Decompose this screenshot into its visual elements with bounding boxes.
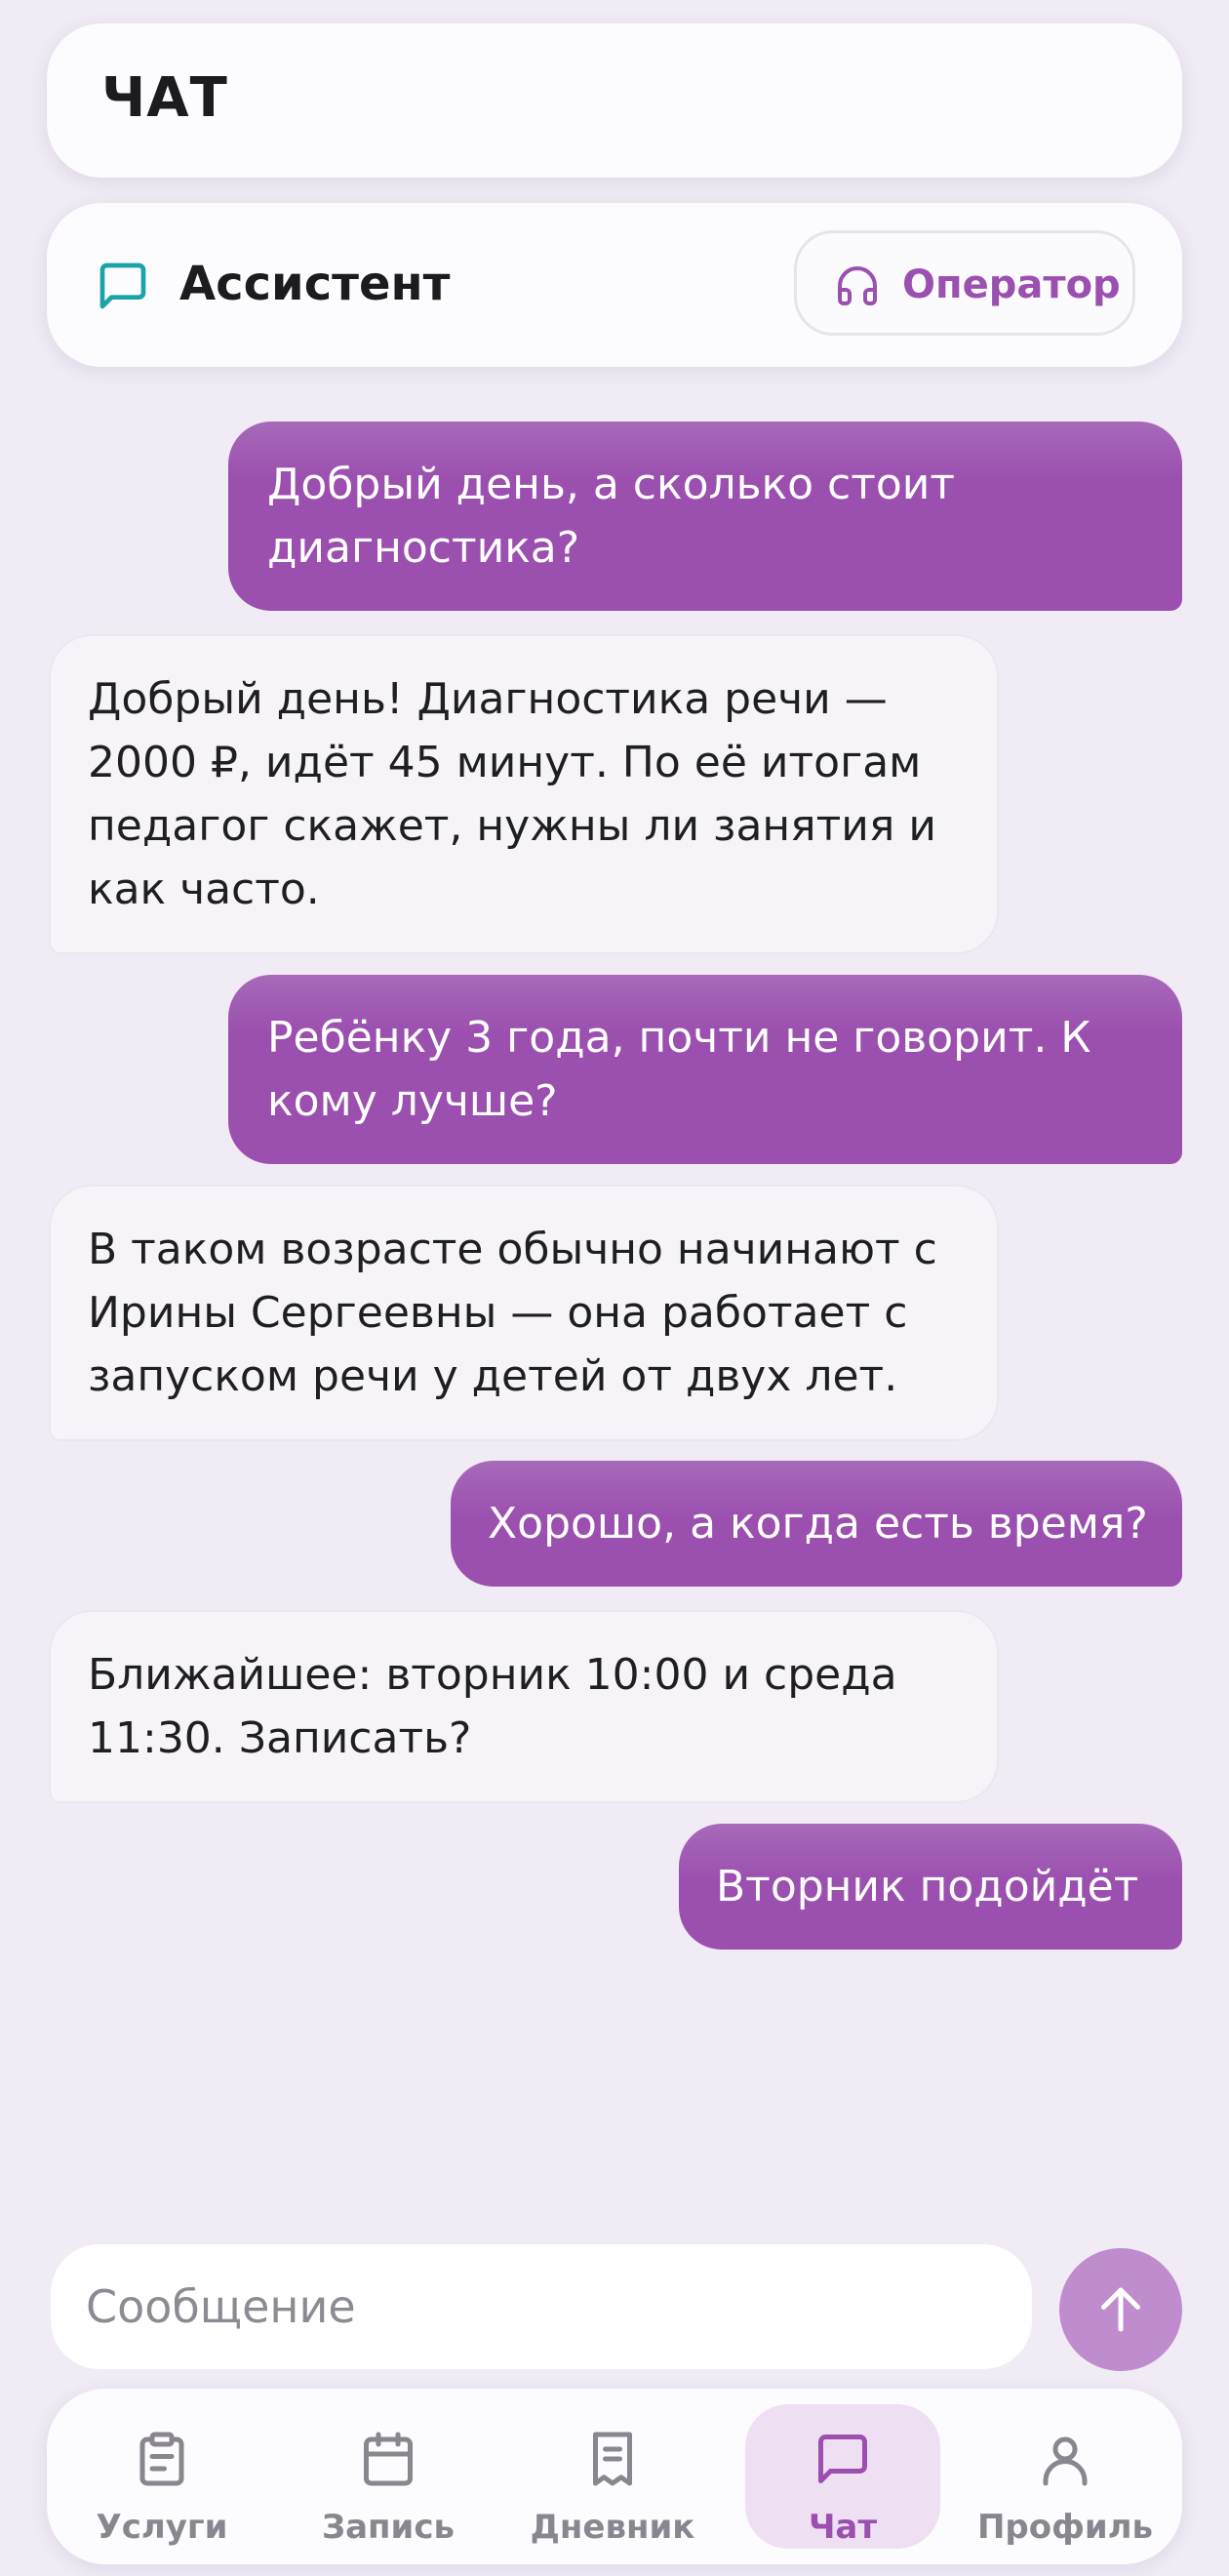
assistant-message: Ближайшее: вторник 10:00 и среда 11:30. …	[49, 1610, 999, 1803]
page-title: ЧАТ	[101, 66, 228, 130]
send-button[interactable]	[1059, 2248, 1182, 2371]
nav-item-profile[interactable]: Профиль	[968, 2404, 1163, 2549]
message-square-icon	[99, 262, 146, 309]
message-input[interactable]	[51, 2244, 1032, 2369]
user-message: Добрый день, а сколько стоит диагностика…	[228, 422, 1182, 611]
receipt-icon	[593, 2432, 632, 2486]
nav-label: Профиль	[976, 2508, 1154, 2547]
calendar-icon	[364, 2432, 413, 2486]
nav-label: Дневник	[530, 2508, 695, 2547]
user-message: Хорошо, а когда есть время?	[451, 1461, 1182, 1587]
nav-label: Запись	[321, 2508, 456, 2547]
operator-button[interactable]: Оператор	[794, 230, 1135, 336]
assistant-message: В таком возрасте обычно начинают с Ирины…	[49, 1185, 999, 1441]
operator-label: Оператор	[902, 262, 1121, 307]
message-square-icon	[818, 2435, 867, 2483]
user-icon	[1043, 2436, 1088, 2486]
nav-label: Чат	[808, 2508, 878, 2547]
assistant-label: Ассистент	[179, 257, 451, 311]
page-title-card: ЧАТ	[47, 23, 1182, 178]
assistant-message: Добрый день! Диагностика речи — 2000 ₽, …	[49, 634, 999, 954]
nav-item-chat[interactable]: Чат	[745, 2404, 940, 2549]
user-message: Ребёнку 3 года, почти не говорит. К кому…	[228, 975, 1182, 1164]
arrow-up-icon	[1101, 2287, 1140, 2332]
bottom-nav: Услуги Запись Дневник Чат Профиль	[47, 2389, 1182, 2564]
chat-header: Ассистент Оператор	[47, 203, 1182, 367]
nav-item-diary[interactable]: Дневник	[515, 2404, 710, 2549]
clipboard-icon	[139, 2432, 184, 2486]
headphones-icon	[838, 266, 877, 305]
nav-item-booking[interactable]: Запись	[291, 2404, 486, 2549]
nav-label: Услуги	[96, 2508, 228, 2547]
user-message: Вторник подойдёт	[679, 1824, 1182, 1950]
nav-item-services[interactable]: Услуги	[64, 2404, 259, 2549]
